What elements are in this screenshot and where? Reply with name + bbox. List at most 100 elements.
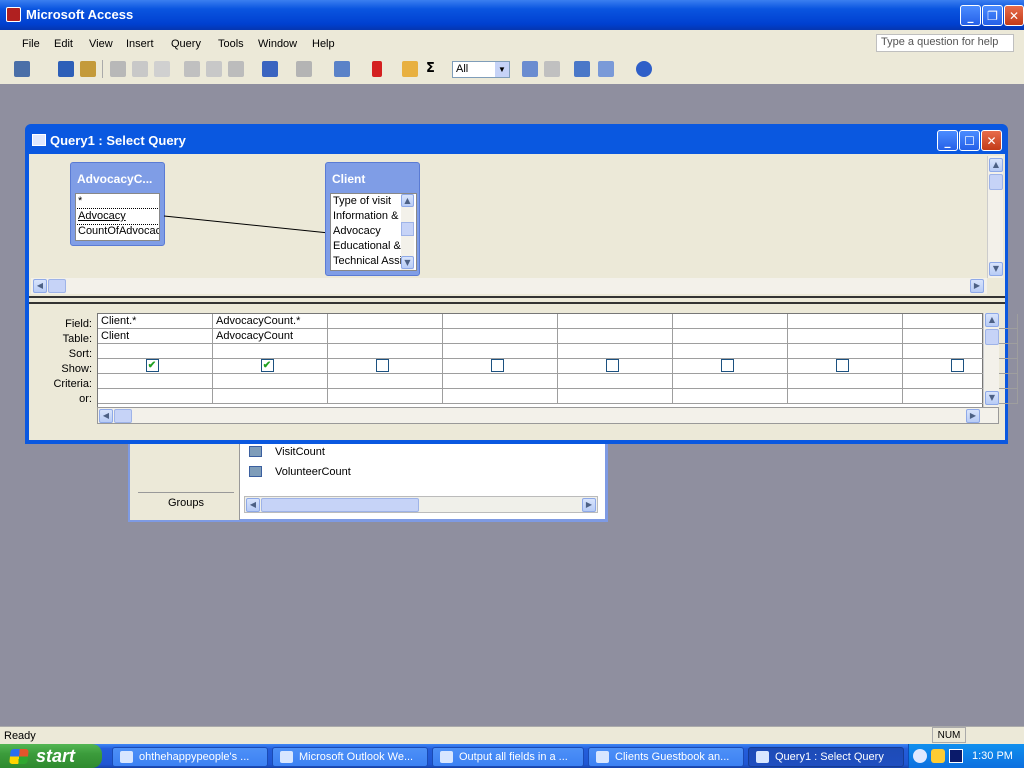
join-line[interactable] — [164, 210, 334, 240]
messenger-tray-icon[interactable] — [931, 749, 945, 763]
table-pane-hscrollbar[interactable]: ◀ ▶ — [31, 278, 987, 294]
grid-cell-field[interactable] — [673, 314, 788, 329]
scroll-down-icon[interactable]: ▼ — [989, 262, 1003, 276]
scroll-down-icon[interactable]: ▼ — [401, 256, 414, 269]
grid-cell-or[interactable] — [213, 389, 328, 404]
grid-cell-or[interactable] — [558, 389, 673, 404]
grid-cell-show[interactable] — [328, 359, 443, 374]
menu-query[interactable]: Query — [171, 38, 201, 50]
menu-tools[interactable]: Tools — [218, 38, 244, 50]
scroll-right-icon[interactable]: ▶ — [582, 498, 596, 512]
chevron-down-icon[interactable]: ▼ — [495, 62, 509, 77]
grid-cell-table[interactable]: Client — [98, 329, 213, 344]
grid-cell-show[interactable] — [558, 359, 673, 374]
grid-cell-or[interactable] — [903, 389, 1018, 404]
show-checkbox[interactable] — [490, 359, 504, 372]
grid-cell-field[interactable]: AdvocacyCount.* — [213, 314, 328, 329]
scrollbar-thumb[interactable] — [261, 498, 419, 512]
copy-icon[interactable] — [206, 61, 222, 77]
grid-cell-table[interactable] — [558, 329, 673, 344]
undo-icon[interactable] — [262, 61, 278, 77]
tray-arrow-icon[interactable] — [913, 749, 927, 763]
grid-cell-show[interactable] — [673, 359, 788, 374]
grid-cell-field[interactable]: Client.* — [98, 314, 213, 329]
query-window-icon[interactable] — [32, 134, 46, 146]
field-item[interactable]: CountOfAdvocac — [76, 224, 159, 239]
help-icon[interactable] — [636, 61, 652, 77]
tray-app-icon[interactable] — [949, 749, 963, 763]
field-item[interactable]: * — [76, 194, 159, 209]
grid-cell-table[interactable]: AdvocacyCount — [213, 329, 328, 344]
scroll-left-icon[interactable]: ◀ — [33, 279, 47, 293]
taskbar-item-active[interactable]: Query1 : Select Query — [748, 747, 904, 767]
scroll-up-icon[interactable]: ▲ — [985, 313, 999, 327]
top-values-select[interactable]: All ▼ — [452, 61, 510, 78]
grid-cell-criteria[interactable] — [328, 374, 443, 389]
spelling-icon[interactable] — [154, 61, 170, 77]
grid-cell-criteria[interactable] — [98, 374, 213, 389]
close-icon[interactable]: ✕ — [1004, 5, 1024, 26]
database-window-hscrollbar[interactable]: ◀ ▶ — [244, 496, 598, 513]
show-checkbox[interactable] — [720, 359, 734, 372]
grid-cell-show[interactable]: ✔ — [98, 359, 213, 374]
access-app-icon[interactable] — [6, 7, 21, 22]
grid-cell-or[interactable] — [328, 389, 443, 404]
grid-cell-sort[interactable] — [213, 344, 328, 359]
grid-cell-table[interactable] — [673, 329, 788, 344]
grid-cell-table[interactable] — [788, 329, 903, 344]
table-client[interactable]: Client Type of visit Information & Advoc… — [325, 162, 420, 276]
show-checkbox[interactable] — [375, 359, 389, 372]
grid-cell-sort[interactable] — [673, 344, 788, 359]
query-type-icon[interactable] — [334, 61, 350, 77]
table-advocacycount[interactable]: AdvocacyC... * Advocacy CountOfAdvocac — [70, 162, 165, 246]
table-pane-vscrollbar[interactable]: ▲ ▼ — [987, 156, 1003, 278]
grid-cell-or[interactable] — [788, 389, 903, 404]
grid-cell-sort[interactable] — [328, 344, 443, 359]
scroll-up-icon[interactable]: ▲ — [989, 158, 1003, 172]
grid-cell-table[interactable] — [443, 329, 558, 344]
grid-cell-or[interactable] — [98, 389, 213, 404]
grid-cell-sort[interactable] — [903, 344, 1018, 359]
grid-cell-or[interactable] — [443, 389, 558, 404]
query-minimize-icon[interactable]: _ — [937, 130, 958, 151]
scrollbar-thumb[interactable] — [114, 409, 132, 423]
scroll-left-icon[interactable]: ◀ — [246, 498, 260, 512]
totals-icon[interactable]: Σ — [426, 61, 442, 77]
scroll-down-icon[interactable]: ▼ — [985, 391, 999, 405]
grid-cell-show[interactable] — [788, 359, 903, 374]
field-item[interactable]: Advocacy — [76, 208, 159, 225]
scroll-right-icon[interactable]: ▶ — [966, 409, 980, 423]
grid-cell-field[interactable] — [443, 314, 558, 329]
paste-icon[interactable] — [228, 61, 244, 77]
grid-hscrollbar[interactable]: ◀ ▶ — [97, 407, 999, 424]
grid-cell-field[interactable] — [558, 314, 673, 329]
menu-window[interactable]: Window — [258, 38, 297, 50]
taskbar-item[interactable]: ohthehappypeople's ... — [112, 747, 268, 767]
menu-insert[interactable]: Insert — [126, 38, 154, 50]
grid-cell-sort[interactable] — [443, 344, 558, 359]
minimize-icon[interactable]: _ — [960, 5, 981, 26]
grid-cell-sort[interactable] — [788, 344, 903, 359]
grid-cell-table[interactable] — [903, 329, 1018, 344]
menu-help[interactable]: Help — [312, 38, 335, 50]
grid-cell-field[interactable] — [903, 314, 1018, 329]
grid-cell-criteria[interactable] — [673, 374, 788, 389]
grid-cell-criteria[interactable] — [903, 374, 1018, 389]
menu-edit[interactable]: Edit — [54, 38, 73, 50]
grid-vscrollbar[interactable]: ▲ ▼ — [983, 313, 999, 407]
grid-cell-show[interactable] — [903, 359, 1018, 374]
taskbar-item[interactable]: Output all fields in a ... — [432, 747, 584, 767]
scrollbar-thumb[interactable] — [401, 222, 414, 236]
query-close-icon[interactable]: ✕ — [981, 130, 1002, 151]
grid-cell-criteria[interactable] — [443, 374, 558, 389]
ask-question-input[interactable]: Type a question for help — [876, 34, 1014, 52]
grid-cell-show[interactable] — [443, 359, 558, 374]
show-checkbox[interactable] — [605, 359, 619, 372]
redo-icon[interactable] — [296, 61, 312, 77]
print-preview-icon[interactable] — [132, 61, 148, 77]
query-maximize-icon[interactable]: ☐ — [959, 130, 980, 151]
scroll-up-icon[interactable]: ▲ — [401, 194, 414, 207]
field-list-scrollbar[interactable]: ▲ ▼ — [401, 194, 414, 270]
save-icon[interactable] — [58, 61, 74, 77]
search-icon[interactable] — [80, 61, 96, 77]
